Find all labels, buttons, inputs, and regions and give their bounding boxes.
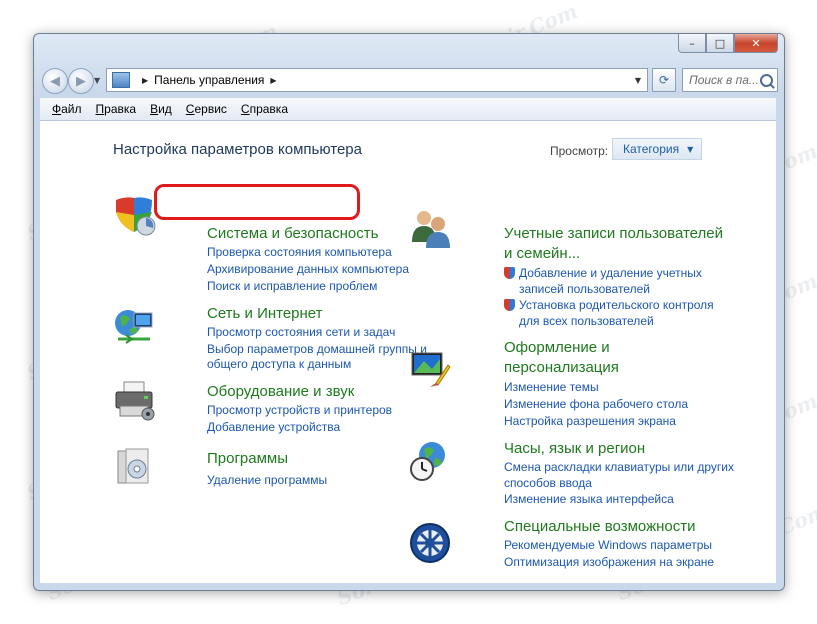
link-change-display-language[interactable]: Изменение языка интерфейса [504, 491, 674, 507]
menu-view[interactable]: Вид [150, 102, 172, 116]
breadcrumb-separator-icon[interactable]: ▶ [270, 76, 276, 85]
printer-icon [115, 381, 155, 421]
category-ease-of-access[interactable]: Специальные возможности [504, 518, 696, 536]
link-recommended-settings[interactable]: Рекомендуемые Windows параметры [504, 537, 712, 553]
link-parental-controls[interactable]: Установка родительского контроля [504, 297, 714, 313]
navigation-bar: ◀ ▶ ▼ ▶ Панель управления ▶ ▼ ⟳ Поиск в … [42, 66, 778, 94]
uac-shield-icon [504, 299, 515, 311]
minimize-button[interactable]: – [678, 34, 706, 53]
link-view-devices-printers[interactable]: Просмотр устройств и принтеров [207, 402, 392, 418]
category-appearance[interactable]: Оформление и [504, 339, 610, 357]
refresh-button[interactable]: ⟳ [652, 68, 676, 92]
close-button[interactable]: ✕ [734, 34, 778, 53]
recent-pages-dropdown[interactable]: ▼ [94, 76, 100, 85]
link-backup-computer[interactable]: Архивирование данных компьютера [207, 261, 409, 277]
view-by-value: Категория [623, 142, 680, 156]
link-change-desktop-background[interactable]: Изменение фона рабочего стола [504, 396, 688, 412]
refresh-icon: ⟳ [658, 73, 670, 87]
forward-button[interactable]: ▶ [68, 68, 94, 94]
programs-icon [117, 448, 149, 484]
menu-tools[interactable]: Сервис [186, 102, 227, 116]
uac-shield-icon [504, 267, 515, 279]
view-by-dropdown[interactable]: Категория ▼ [612, 138, 702, 160]
link-troubleshoot[interactable]: Поиск и исправление проблем [207, 278, 377, 294]
highlight-annotation [154, 184, 360, 220]
link-homegroup-options[interactable]: Выбор параметров домашней группы и [207, 341, 427, 357]
chevron-down-icon: ▼ [687, 144, 694, 154]
link-adjust-screen-resolution[interactable]: Настройка разрешения экрана [504, 413, 676, 429]
search-placeholder: Поиск в па... [689, 73, 759, 87]
view-label: Просмотр: [550, 144, 609, 158]
link-check-computer-status[interactable]: Проверка состояния компьютера [207, 244, 392, 260]
link-optimize-display[interactable]: Оптимизация изображения на экране [504, 554, 714, 570]
menu-file[interactable]: Файл [52, 102, 82, 116]
category-programs[interactable]: Программы [207, 450, 288, 468]
link-uninstall-program[interactable]: Удаление программы [207, 472, 327, 488]
menu-help[interactable]: Справка [241, 102, 288, 116]
forward-arrow-icon: ▶ [76, 73, 86, 89]
search-icon[interactable] [760, 73, 773, 87]
link-add-device[interactable]: Добавление устройства [207, 419, 340, 435]
maximize-button[interactable]: □ [706, 34, 734, 53]
link-change-keyboards-line2[interactable]: способов ввода [504, 475, 592, 491]
shield-security-icon [116, 197, 156, 236]
back-arrow-icon: ◀ [50, 73, 60, 89]
category-system-security[interactable]: Система и безопасность [207, 225, 378, 243]
window-controls: – □ ✕ [678, 34, 778, 53]
breadcrumb-separator-icon[interactable]: ▶ [142, 76, 148, 85]
category-clock-language-region[interactable]: Часы, язык и регион [504, 440, 645, 458]
accessibility-icon [410, 523, 450, 563]
page-title: Настройка параметров компьютера [113, 141, 362, 158]
network-globe-icon [115, 310, 153, 344]
address-dropdown-icon[interactable]: ▼ [635, 76, 641, 85]
link-network-status[interactable]: Просмотр состояния сети и задач [207, 324, 395, 340]
users-icon [412, 211, 450, 248]
personalization-icon [411, 352, 451, 387]
menu-bar: Файл Правка Вид Сервис Справка [40, 98, 776, 121]
link-add-remove-accounts[interactable]: Добавление и удаление учетных [504, 265, 702, 281]
link-change-keyboards[interactable]: Смена раскладки клавиатуры или других [504, 459, 734, 475]
control-panel-icon [112, 72, 130, 88]
link-change-theme[interactable]: Изменение темы [504, 379, 599, 395]
back-button[interactable]: ◀ [42, 68, 68, 94]
menu-edit[interactable]: Правка [96, 102, 137, 116]
main-content: Настройка параметров компьютера Просмотр… [40, 121, 776, 583]
breadcrumb-control-panel[interactable]: Панель управления [154, 73, 264, 87]
search-input[interactable]: Поиск в па... [682, 68, 778, 92]
category-network-internet[interactable]: Сеть и Интернет [207, 305, 323, 323]
clock-globe-icon [410, 442, 445, 481]
link-parental-controls-line2[interactable]: для всех пользователей [519, 313, 654, 329]
control-panel-window: – □ ✕ ◀ ▶ ▼ ▶ Панель управления ▶ ▼ ⟳ По… [33, 33, 785, 591]
category-user-accounts-line2[interactable]: и семейн... [504, 245, 580, 263]
link-homegroup-options-line2[interactable]: общего доступа к данным [207, 356, 351, 372]
category-appearance-line2[interactable]: персонализация [504, 359, 619, 377]
category-user-accounts[interactable]: Учетные записи пользователей [504, 225, 723, 243]
category-hardware-sound[interactable]: Оборудование и звук [207, 383, 354, 401]
address-bar[interactable]: ▶ Панель управления ▶ ▼ [106, 68, 648, 92]
link-add-remove-accounts-line2[interactable]: записей пользователей [519, 281, 650, 297]
